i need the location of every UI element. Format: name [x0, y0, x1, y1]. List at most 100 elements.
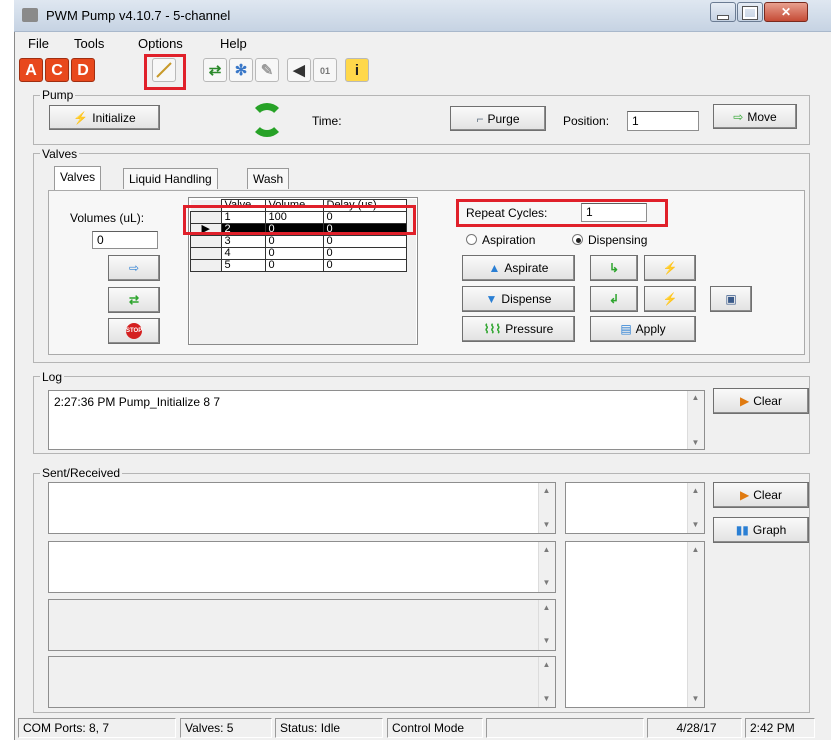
first-row-highlight [183, 205, 416, 235]
pressure-icon: ⌇⌇⌇ [483, 322, 502, 336]
binary-icon[interactable]: 01 [313, 58, 337, 82]
received-scrollbar-2[interactable] [687, 542, 704, 707]
pump-group-label: Pump [40, 88, 76, 102]
tab-wash[interactable]: Wash [247, 168, 290, 189]
initialize-button[interactable]: ⚡ Initialize [49, 105, 160, 130]
purge-button[interactable]: ⌐ Purge [450, 106, 546, 131]
cell-volume[interactable]: 0 [264, 259, 324, 272]
scroll-up-icon[interactable]: ▲ [538, 486, 555, 495]
status-date: 4/28/17 [647, 718, 742, 738]
scroll-down-icon[interactable]: ▼ [687, 694, 704, 703]
table-row[interactable]: 4 0 0 [190, 247, 407, 260]
menu-help[interactable]: Help [220, 36, 247, 51]
scroll-down-icon[interactable]: ▼ [538, 636, 555, 645]
sent-received-group-label: Sent/Received [40, 466, 123, 480]
scroll-up-icon[interactable]: ▲ [687, 486, 704, 495]
log-clear-button[interactable]: ▶ Clear [713, 388, 809, 414]
cell-valve[interactable]: 3 [220, 235, 266, 248]
toolbar-d-button[interactable]: D [71, 58, 95, 82]
row-indicator [190, 247, 222, 260]
info-icon[interactable]: i [345, 58, 369, 82]
volumes-field[interactable]: 0 [92, 231, 158, 249]
scroll-down-icon[interactable]: ▼ [687, 438, 704, 447]
scroll-down-icon[interactable]: ▼ [538, 520, 555, 529]
repeat-cycles-label: Repeat Cycles: [466, 206, 548, 220]
menu-tools[interactable]: Tools [74, 36, 104, 51]
received-textbox-2[interactable] [565, 541, 705, 708]
gear-icon[interactable]: ✻ [229, 58, 253, 82]
toolbar-a-button[interactable]: A [19, 58, 43, 82]
menu-options[interactable]: Options [138, 36, 183, 51]
stop-button[interactable]: STOP [108, 318, 160, 344]
status-time: 2:42 PM [745, 718, 815, 738]
table-row[interactable]: 3 0 0 [190, 235, 407, 248]
scroll-down-icon[interactable]: ▼ [687, 520, 704, 529]
syringe-icon[interactable]: ✎ [255, 58, 279, 82]
dispensing-radio[interactable] [572, 234, 583, 245]
aspirate-button[interactable]: ▲ Aspirate [462, 255, 575, 281]
minimize-button[interactable] [710, 2, 736, 22]
apply-button[interactable]: ▤ Apply [590, 316, 696, 342]
arrow-down-icon: ▼ [485, 292, 498, 306]
scroll-up-icon[interactable]: ▲ [538, 545, 555, 554]
graph-button[interactable]: ▮▮ Graph [713, 517, 809, 543]
sent-textbox-4[interactable] [48, 656, 556, 708]
sent-clear-button[interactable]: ▶ Clear [713, 482, 809, 508]
position-label: Position: [563, 114, 610, 128]
menu-file[interactable]: File [28, 36, 49, 51]
repeat-cycles-field[interactable]: 1 [581, 203, 647, 222]
received-textbox-1[interactable] [565, 482, 705, 534]
scroll-up-icon[interactable]: ▲ [687, 545, 704, 554]
step-down-button[interactable]: ↳ [590, 255, 638, 281]
sent-textbox-2[interactable] [48, 541, 556, 593]
plug-icon[interactable]: ◀ [287, 58, 311, 82]
dispense-button[interactable]: ▼ Dispense [462, 286, 575, 312]
sent-textbox-1[interactable] [48, 482, 556, 534]
maximize-button[interactable] [737, 2, 763, 22]
valves-group-label: Valves [40, 147, 80, 161]
dispensing-label[interactable]: Dispensing [588, 233, 647, 247]
toolbar-c-button[interactable]: C [45, 58, 69, 82]
swap-icon[interactable]: ⇄ [203, 58, 227, 82]
scroll-down-icon[interactable]: ▼ [538, 694, 555, 703]
cell-delay[interactable]: 0 [322, 259, 407, 272]
sent-textbox-3[interactable] [48, 599, 556, 651]
status-valves: Valves: 5 [180, 718, 272, 738]
cell-valve[interactable]: 5 [220, 259, 266, 272]
row-indicator [190, 259, 222, 272]
move-button[interactable]: ⇨ Move [713, 104, 797, 129]
time-label: Time: [312, 114, 342, 128]
cycle-button[interactable]: ⇄ [108, 287, 160, 313]
scroll-down-icon[interactable]: ▼ [538, 578, 555, 587]
row-indicator [190, 235, 222, 248]
scroll-up-icon[interactable]: ▲ [538, 603, 555, 612]
table-row[interactable]: 5 0 0 [190, 259, 407, 272]
cell-volume[interactable]: 0 [264, 235, 324, 248]
cell-delay[interactable]: 0 [322, 235, 407, 248]
step-return-button[interactable]: ↲ [590, 286, 638, 312]
cycle-icon: ⇄ [128, 293, 140, 307]
scroll-up-icon[interactable]: ▲ [687, 393, 704, 402]
tab-valves[interactable]: Valves [54, 166, 102, 190]
position-field[interactable]: 1 [627, 111, 699, 131]
flash-button-1[interactable]: ⚡ [644, 255, 696, 281]
broom-icon: ▶ [740, 488, 750, 502]
stop-icon: STOP [126, 323, 142, 339]
cell-delay[interactable]: 0 [322, 247, 407, 260]
aspiration-label[interactable]: Aspiration [482, 233, 535, 247]
aspiration-radio[interactable] [466, 234, 477, 245]
flash-button-2[interactable]: ⚡ [644, 286, 696, 312]
close-button[interactable]: ✕ [764, 2, 808, 22]
move-icon: ⇨ [733, 109, 744, 124]
cell-valve[interactable]: 4 [220, 247, 266, 260]
pressure-button[interactable]: ⌇⌇⌇ Pressure [462, 316, 575, 342]
lightning-icon: ⚡ [662, 261, 678, 275]
log-group-label: Log [40, 370, 65, 384]
tab-liquid-handling[interactable]: Liquid Handling [123, 168, 218, 189]
vial-button[interactable]: ▣ [710, 286, 752, 312]
pipette-icon[interactable] [152, 58, 176, 82]
cell-volume[interactable]: 0 [264, 247, 324, 260]
broom-icon: ▶ [740, 394, 750, 408]
scroll-up-icon[interactable]: ▲ [538, 660, 555, 669]
transfer-button[interactable]: ⇨ [108, 255, 160, 281]
